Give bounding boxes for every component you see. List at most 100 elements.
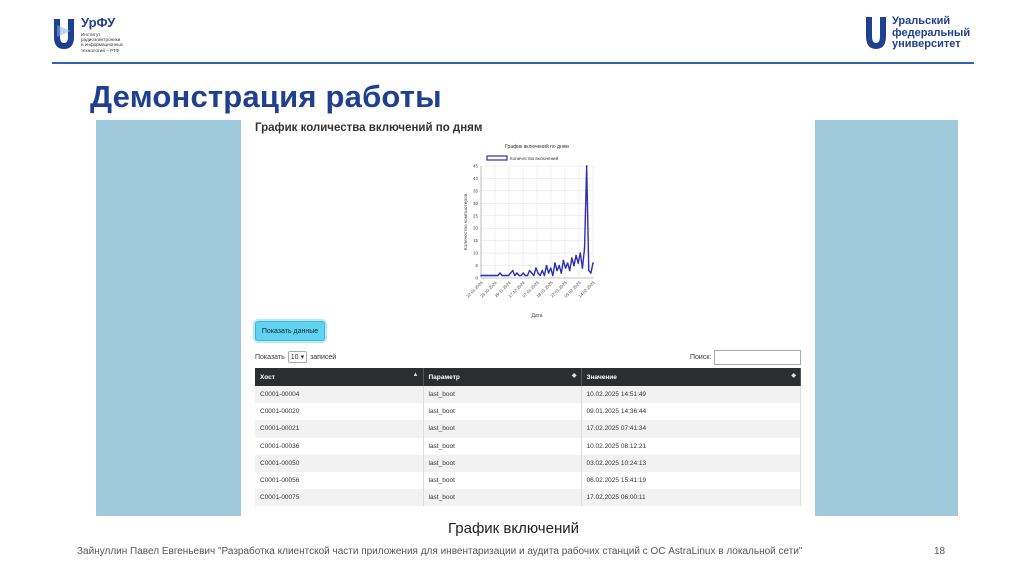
data-point <box>494 274 497 277</box>
urfu-institute-logo: УрФУ Институт радиоэлектроники и информа… <box>52 15 142 55</box>
data-point <box>573 264 575 267</box>
data-point <box>566 262 569 264</box>
sort-icon: ◆ <box>571 373 577 379</box>
data-point <box>511 269 514 272</box>
y-tick-label: 20 <box>473 226 479 231</box>
sort-icon: ▲ <box>412 372 419 378</box>
data-point <box>552 274 554 277</box>
y-tick-label: 10 <box>473 251 479 256</box>
cell-host: C0001-00021 <box>255 420 424 438</box>
data-point <box>509 272 512 274</box>
data-point <box>524 274 527 277</box>
y-tick-label: 30 <box>473 201 479 206</box>
cell-host: C0001-00050 <box>255 454 424 472</box>
cell-parameter: last_boot <box>423 403 582 421</box>
table-row[interactable]: C0001-00036 last_boot 10.02.2025 08:12:2… <box>255 437 801 455</box>
cell-parameter: last_boot <box>423 437 582 455</box>
data-point <box>484 274 487 277</box>
data-table: Хост ▲ Параметр ◆ Значение ◆ C0001-00004 la… <box>255 368 801 507</box>
sort-icon: ◆ <box>791 373 796 379</box>
cell-parameter: last_boot <box>423 471 582 490</box>
cell-value: 10.02.2025 08:12:21 <box>581 437 801 455</box>
y-tick-label: 45 <box>473 164 479 169</box>
data-point <box>587 269 590 272</box>
page-length-value: 10 <box>290 353 299 361</box>
table-row[interactable]: C0001-00004 last_boot 10.02.2025 14:51:4… <box>255 386 801 404</box>
cell-host: C0001-00004 <box>255 386 424 404</box>
data-point <box>503 274 506 277</box>
search-input[interactable] <box>714 350 802 365</box>
data-point <box>482 274 484 277</box>
data-point <box>558 264 560 267</box>
cell-value: 09.01.2025 14:36:44 <box>581 403 801 421</box>
data-point <box>530 272 533 274</box>
cell-value: 10.02.2025 14:51:49 <box>581 386 801 404</box>
urfu-university-logo: Уральский федеральный университет <box>864 14 984 54</box>
data-point <box>564 267 567 269</box>
data-point <box>545 264 548 267</box>
chart-title: График включений по дням <box>505 143 569 150</box>
data-point <box>488 274 491 277</box>
search-label: Поиск: <box>690 354 712 361</box>
column-header-host[interactable]: Хост ▲ <box>255 368 424 386</box>
data-point <box>554 262 556 264</box>
table-row[interactable]: C0001-00075 last_boot 17.02.2025 06:00:1… <box>255 489 801 507</box>
data-point <box>577 262 580 264</box>
data-point <box>571 257 573 259</box>
data-point <box>590 272 592 274</box>
data-point <box>556 269 558 272</box>
data-point <box>581 267 584 269</box>
data-point <box>490 274 493 277</box>
x-axis-label: Дата <box>531 313 542 319</box>
data-point <box>583 247 586 249</box>
data-point <box>535 267 537 269</box>
data-point <box>537 272 539 274</box>
page-title: Демонстрация работы <box>90 79 442 114</box>
figure-caption: График включений <box>448 520 579 537</box>
table-row[interactable]: C0001-00056 last_boot 06.02.2025 15:41:1… <box>255 471 801 490</box>
cell-host: C0001-00036 <box>255 437 424 455</box>
chevron-down-icon: ▾ <box>300 354 305 361</box>
length-prefix: Показать <box>255 353 285 361</box>
app-window: График количества включений по дням Граф… <box>241 120 815 516</box>
data-point <box>505 274 508 277</box>
cell-host: C0001-00056 <box>255 471 424 490</box>
table-row[interactable]: C0001-00021 last_boot 17.02.2025 07:41:3… <box>255 420 801 438</box>
data-point <box>568 269 571 272</box>
table-row[interactable]: C0001-00050 last_boot 03.02.2025 10:24:1… <box>255 454 801 472</box>
table-row[interactable]: C0001-00020 last_boot 09.01.2025 14:36:4… <box>255 403 801 421</box>
data-point <box>526 274 529 277</box>
header-divider <box>52 62 974 64</box>
footer-author-title: Зайнуллин Павел Евгеньевич "Разработка к… <box>77 546 803 557</box>
data-point <box>562 259 565 262</box>
data-point <box>497 274 499 277</box>
y-tick-label: 35 <box>473 188 479 193</box>
data-point <box>520 274 522 277</box>
data-point <box>539 274 541 277</box>
page-length-select[interactable]: 10 ▾ <box>287 351 308 363</box>
column-header-value[interactable]: Значение ◆ <box>581 368 801 386</box>
data-point <box>533 274 535 277</box>
data-point <box>549 267 552 269</box>
cell-parameter: last_boot <box>423 386 582 404</box>
show-data-button[interactable]: Показать данные <box>255 321 325 341</box>
cell-value: 17.02.2025 06:00:11 <box>581 489 801 507</box>
cell-value: 17.02.2025 07:41:34 <box>581 420 801 438</box>
urfu-u-icon <box>54 19 74 49</box>
data-point <box>501 274 503 277</box>
university-name: Уральский федеральный университет <box>892 15 971 50</box>
page-number: 18 <box>934 546 946 557</box>
data-point <box>547 272 550 274</box>
cell-parameter: last_boot <box>423 420 582 438</box>
data-point <box>592 262 594 264</box>
length-suffix: записей <box>310 353 337 361</box>
data-point <box>579 252 582 254</box>
data-point <box>514 274 516 277</box>
cell-parameter: last_boot <box>423 489 582 507</box>
urfu-u-icon <box>866 17 886 49</box>
column-header-parameter[interactable]: Параметр ◆ <box>423 368 582 386</box>
urfu-brand-text: УрФУ <box>81 15 116 30</box>
cell-value: 03.02.2025 10:24:13 <box>581 454 801 472</box>
table-search: Поиск: <box>690 350 802 365</box>
app-screenshot: График количества включений по дням Граф… <box>96 120 958 516</box>
